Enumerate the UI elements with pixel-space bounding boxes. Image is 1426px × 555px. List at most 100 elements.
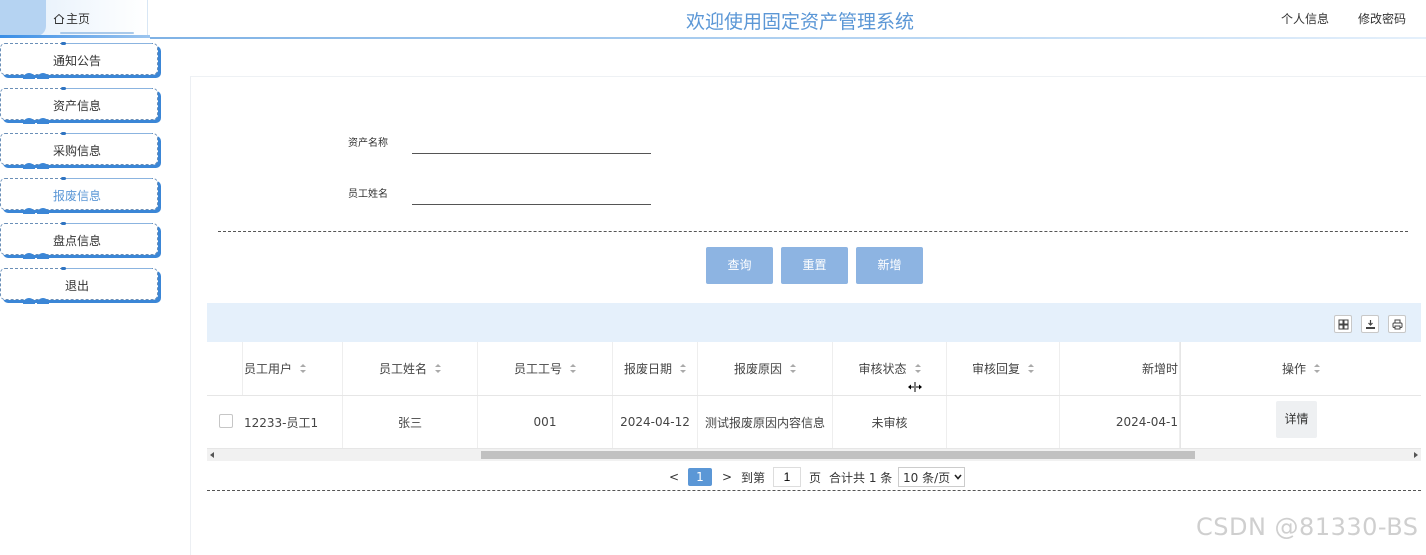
sidebar-item-label: 报废信息 xyxy=(52,189,101,203)
columns-filter-button[interactable] xyxy=(1334,315,1352,333)
sort-icon xyxy=(300,364,307,373)
page-size-select[interactable]: 10 条/页 xyxy=(898,467,965,487)
header-divider xyxy=(150,37,1426,39)
table-header-scrap-reason[interactable]: 报废原因 xyxy=(698,342,833,395)
column-label: 员工姓名 xyxy=(378,362,427,376)
sidebar-topline xyxy=(66,223,152,224)
sidebar-wave xyxy=(23,296,51,304)
chevron-down-icon xyxy=(954,474,962,480)
page-unit-label: 页 xyxy=(809,470,822,485)
page-size-value: 10 条/页 xyxy=(903,470,951,485)
print-button[interactable] xyxy=(1388,315,1406,333)
scroll-left-arrow-icon[interactable] xyxy=(210,452,214,458)
change-password-link[interactable]: 修改密码 xyxy=(1358,10,1406,27)
sidebar-item-label: 盘点信息 xyxy=(52,234,101,248)
table-header-review-status[interactable]: 审核状态 xyxy=(833,342,947,395)
cell-employee-name: 张三 xyxy=(343,396,478,448)
cell-scrap-date: 2024-04-12 xyxy=(613,396,698,448)
table-header-employee-no[interactable]: 员工工号 xyxy=(478,342,613,395)
cell-review-status: 未审核 xyxy=(833,396,947,448)
export-icon xyxy=(1366,320,1375,329)
prev-page-button[interactable]: < xyxy=(669,467,679,487)
employee-name-label: 员工姓名 xyxy=(348,189,388,200)
watermark-text: CSDN @81330-BS xyxy=(1196,513,1419,541)
asset-name-label: 资产名称 xyxy=(348,138,388,149)
sidebar-item-scrap[interactable]: 报废信息 xyxy=(0,177,158,214)
sidebar-topline xyxy=(66,268,152,269)
table-header-employee-user[interactable]: 员工用户 xyxy=(243,342,343,395)
sidebar-item-label: 退出 xyxy=(64,279,89,293)
sidebar-item-purchase[interactable]: 采购信息 xyxy=(0,132,158,169)
sidebar-item-assets[interactable]: 资产信息 xyxy=(0,87,158,124)
top-header: 主页 欢迎使用固定资产管理系统 个人信息 修改密码 xyxy=(0,0,1426,40)
horizontal-scrollbar[interactable] xyxy=(207,449,1421,461)
scrollbar-thumb[interactable] xyxy=(481,451,1195,459)
sort-icon xyxy=(1314,364,1320,373)
table-header-employee-name[interactable]: 员工姓名 xyxy=(343,342,478,395)
column-label: 新增时 xyxy=(1141,362,1178,376)
sidebar-topline xyxy=(66,43,152,44)
print-icon xyxy=(1392,319,1403,330)
column-label: 报废原因 xyxy=(733,362,782,376)
page-title-wrap: 欢迎使用固定资产管理系统 xyxy=(0,0,1426,40)
total-count: 合计共 1 条 xyxy=(829,470,893,485)
table-header-created[interactable]: 新增时 xyxy=(1060,342,1180,395)
sort-icon xyxy=(570,364,576,373)
column-label: 员工工号 xyxy=(513,362,562,376)
sidebar-item-label: 采购信息 xyxy=(52,144,101,158)
page-title: 欢迎使用固定资产管理系统 xyxy=(685,11,914,33)
cell-employee-no: 001 xyxy=(478,396,613,448)
sidebar-topline xyxy=(66,178,152,179)
asset-name-input[interactable] xyxy=(412,132,651,154)
sidebar-item-notice[interactable]: 通知公告 xyxy=(0,42,158,79)
table-toolbar xyxy=(207,303,1421,343)
sidebar-item-label: 通知公告 xyxy=(52,54,101,68)
sidebar-item-inventory[interactable]: 盘点信息 xyxy=(0,222,158,259)
next-page-button[interactable]: > xyxy=(722,467,732,487)
column-label: 操作 xyxy=(1281,362,1306,376)
column-label: 报废日期 xyxy=(623,362,672,376)
column-label: 审核状态 xyxy=(858,362,907,376)
sort-icon xyxy=(680,364,686,373)
employee-name-input[interactable] xyxy=(412,183,651,205)
profile-link[interactable]: 个人信息 xyxy=(1281,10,1329,27)
sidebar-topline xyxy=(66,133,152,134)
table-header-review-reply[interactable]: 审核回复 xyxy=(947,342,1060,395)
sort-icon xyxy=(435,364,441,373)
cell-created: 2024-04-1 xyxy=(1060,396,1180,448)
grid-icon xyxy=(1338,319,1349,330)
header-divider-left xyxy=(0,35,150,38)
table-header-checkbox-cell xyxy=(207,342,243,395)
cell-employee-user: 12233-员工1 xyxy=(243,396,343,448)
table-header-scrap-date[interactable]: 报废日期 xyxy=(613,342,698,395)
cell-scrap-reason: 测试报废原因内容信息 xyxy=(698,396,833,448)
sort-icon xyxy=(914,364,921,373)
sort-icon xyxy=(1028,364,1034,373)
form-divider xyxy=(218,231,1408,232)
row-checkbox[interactable] xyxy=(219,414,233,428)
sidebar-wave xyxy=(23,71,51,79)
sort-icon xyxy=(790,364,796,373)
sidebar-wave xyxy=(23,116,51,124)
sidebar-wave xyxy=(23,251,51,259)
sidebar-wave xyxy=(23,161,51,169)
column-resize-cursor-icon xyxy=(908,382,922,392)
table-header-action[interactable]: 操作 xyxy=(1180,342,1421,395)
current-page-number[interactable]: 1 xyxy=(688,468,712,486)
sidebar-topline xyxy=(66,88,152,89)
scroll-right-arrow-icon[interactable] xyxy=(1414,452,1418,458)
column-label: 审核回复 xyxy=(971,362,1020,376)
sidebar-item-label: 资产信息 xyxy=(52,99,101,113)
detail-button[interactable]: 详情 xyxy=(1276,401,1317,438)
goto-page-input[interactable] xyxy=(773,467,801,487)
table-bottom-divider xyxy=(207,490,1421,491)
column-label: 员工用户 xyxy=(244,362,293,376)
goto-label: 到第 xyxy=(741,470,766,485)
reset-button[interactable]: 重置 xyxy=(781,247,848,284)
query-button[interactable]: 查询 xyxy=(706,247,773,284)
add-button[interactable]: 新增 xyxy=(856,247,923,284)
sidebar-item-logout[interactable]: 退出 xyxy=(0,267,158,304)
cell-review-reply xyxy=(947,396,1060,448)
sidebar-wave xyxy=(23,206,51,214)
export-button[interactable] xyxy=(1361,315,1379,333)
